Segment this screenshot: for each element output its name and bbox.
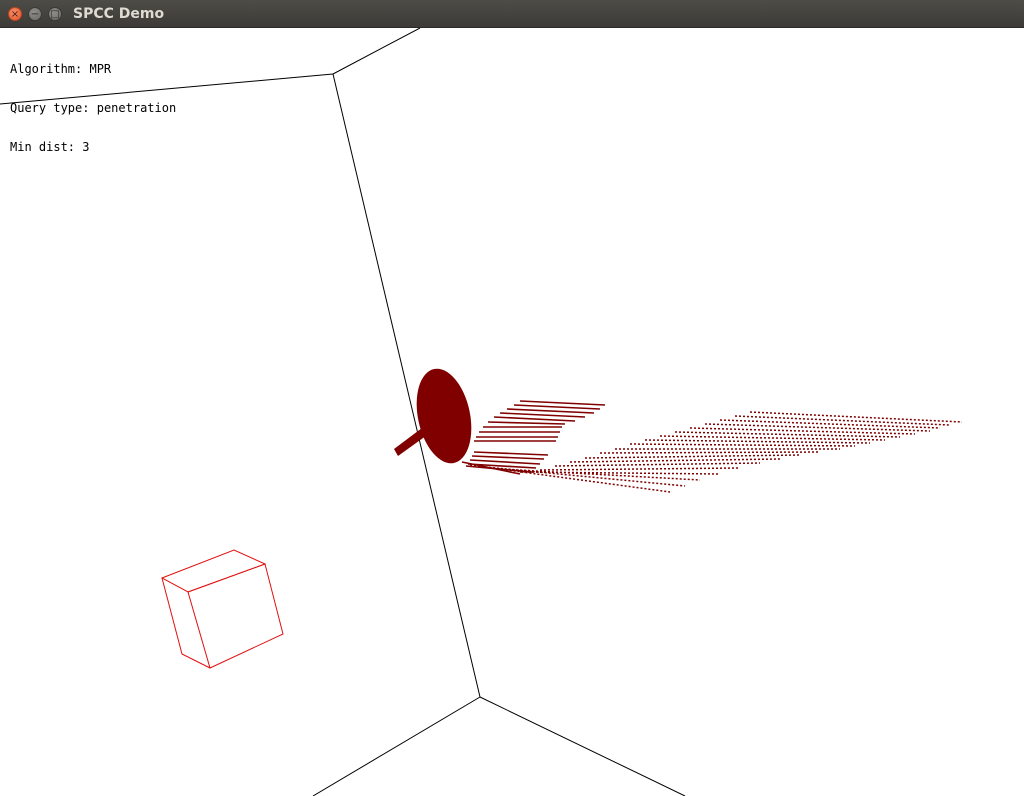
- hud-query-type: Query type: penetration: [10, 102, 176, 115]
- hud-min-dist-value: 3: [82, 140, 90, 154]
- room-edge-bottom-right: [479, 696, 686, 796]
- cube-wireframe: [160, 549, 284, 669]
- close-icon[interactable]: ×: [8, 7, 22, 21]
- minimize-icon[interactable]: −: [28, 7, 42, 21]
- hud-algorithm: Algorithm: MPR: [10, 63, 176, 76]
- cube-left-edges: [161, 577, 211, 669]
- point-cloud-upper-fan: [474, 400, 606, 442]
- maximize-icon[interactable]: □: [48, 7, 62, 21]
- hud-query-value: penetration: [96, 101, 177, 115]
- title-bar[interactable]: × − □ SPCC Demo: [0, 0, 1024, 28]
- app-window: × − □ SPCC Demo Algorithm: MPR Query typ…: [0, 0, 1024, 796]
- point-cloud-lower-ridge: [461, 451, 549, 475]
- hud-min-dist-label: Min dist:: [10, 140, 76, 154]
- room-edge-top-right: [332, 28, 421, 75]
- cube-front-face: [187, 563, 284, 669]
- hud-min-dist: Min dist: 3: [10, 141, 176, 154]
- point-cloud-object: [394, 368, 963, 493]
- hud-query-label: Query type:: [10, 101, 90, 115]
- cube-top-face: [160, 549, 267, 593]
- window-title: SPCC Demo: [73, 6, 165, 22]
- room-edge-bottom-left: [312, 696, 481, 796]
- point-cloud-disk: [416, 368, 472, 464]
- hud-overlay: Algorithm: MPR Query type: penetration M…: [10, 37, 176, 180]
- hud-algorithm-value: MPR: [89, 62, 112, 76]
- hud-algorithm-label: Algorithm:: [10, 62, 83, 76]
